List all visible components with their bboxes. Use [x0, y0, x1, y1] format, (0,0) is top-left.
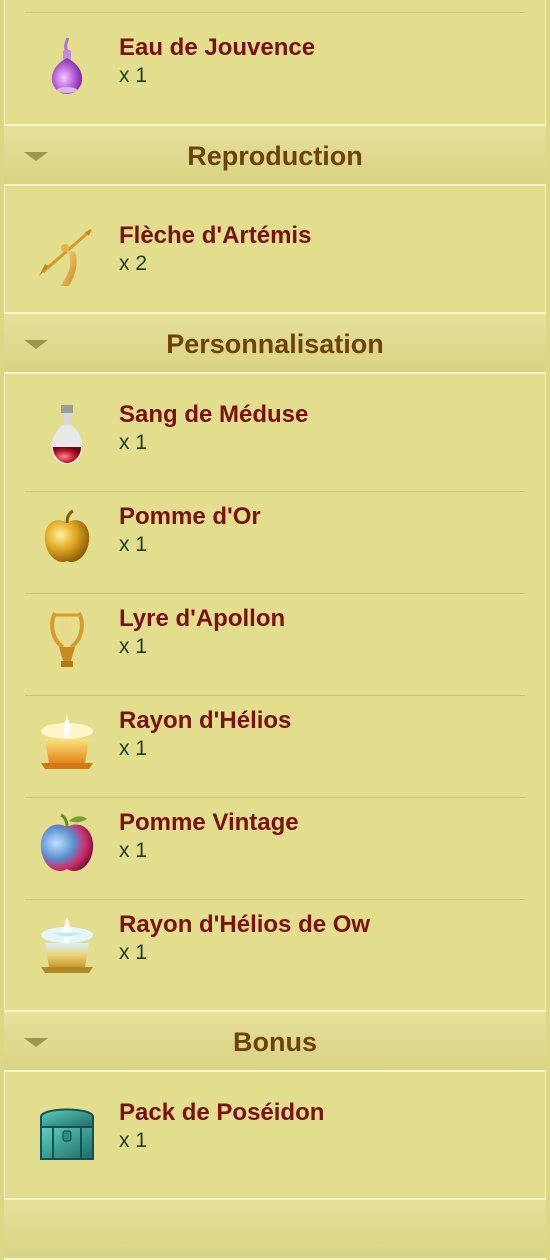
section-title: Personnalisation [166, 329, 384, 359]
item-quantity: x 1 [119, 1129, 148, 1152]
item-name: Lyre d'Apollon [119, 605, 286, 632]
item-quantity: x 1 [119, 533, 148, 556]
item-name: Rayon d'Hélios de Ow [119, 911, 371, 938]
item-quantity: x 1 [119, 839, 148, 862]
item-name: Eau de Jouvence [119, 34, 316, 61]
section-header-next[interactable] [4, 1198, 546, 1260]
item-quantity: x 1 [119, 431, 148, 454]
item-quantity: x 1 [119, 941, 148, 964]
inventory-item-rayon-helios-ow[interactable]: Rayon d'Hélios de Ow x 1 [25, 899, 525, 1001]
item-quantity: x 2 [119, 252, 148, 275]
blood-flask-icon [35, 403, 99, 467]
sun-ray-icon [35, 709, 99, 773]
item-quantity: x 1 [119, 737, 148, 760]
item-name: Pack de Poséidon [119, 1099, 325, 1126]
inventory-item-eau-de-jouvence[interactable]: Eau de Jouvence x 1 [25, 22, 525, 124]
inventory-item-pomme-dor[interactable]: Pomme d'Or x 1 [25, 491, 525, 594]
inventory-item-fleche-artemis[interactable]: Flèche d'Artémis x 2 [25, 210, 525, 312]
chest-icon [35, 1101, 99, 1165]
inventory-item-sang-de-meduse[interactable]: Sang de Méduse x 1 [25, 389, 525, 492]
inventory-item-pomme-vintage[interactable]: Pomme Vintage x 1 [25, 797, 525, 900]
item-quantity: x 1 [119, 635, 148, 658]
inventory-item-pack-poseidon[interactable]: Pack de Poséidon x 1 [25, 1087, 525, 1189]
vintage-apple-icon [35, 811, 99, 875]
arrow-icon [35, 224, 99, 288]
inventory-item-rayon-helios[interactable]: Rayon d'Hélios x 1 [25, 695, 525, 798]
section-header-personnalisation[interactable]: Personnalisation [4, 312, 546, 374]
section-title: Bonus [233, 1027, 317, 1057]
item-name: Flèche d'Artémis [119, 222, 312, 249]
divider [25, 12, 525, 13]
item-name: Pomme Vintage [119, 809, 299, 836]
item-name: Rayon d'Hélios [119, 707, 292, 734]
section-title: Reproduction [187, 141, 363, 171]
sun-ray-ow-icon [35, 913, 99, 977]
potion-bottle-icon [35, 36, 99, 100]
item-name: Pomme d'Or [119, 503, 261, 530]
item-quantity: x 1 [119, 64, 148, 87]
lyre-icon [35, 607, 99, 671]
section-header-bonus[interactable]: Bonus [4, 1010, 546, 1072]
golden-apple-icon [35, 505, 99, 569]
item-name: Sang de Méduse [119, 401, 309, 428]
section-header-reproduction[interactable]: Reproduction [4, 124, 546, 186]
inventory-item-lyre-apollon[interactable]: Lyre d'Apollon x 1 [25, 593, 525, 696]
